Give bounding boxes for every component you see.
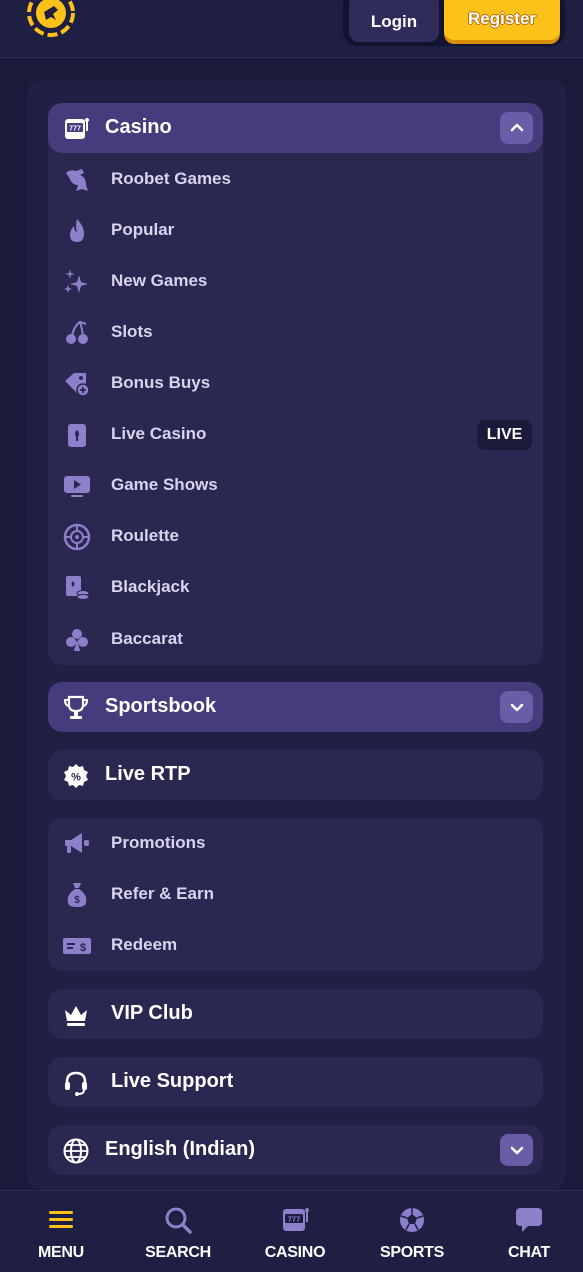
sportsbook-title: Sportsbook: [105, 695, 217, 717]
nav-label: SPORTS: [380, 1244, 444, 1261]
nav-label: MENU: [38, 1244, 84, 1261]
login-button[interactable]: Login: [349, 0, 439, 42]
menu-item-roobet-games[interactable]: Roobet Games: [48, 154, 543, 205]
soccer-ball-icon: [397, 1205, 427, 1235]
roobet-logo[interactable]: [24, 0, 78, 40]
svg-text:$: $: [80, 942, 86, 954]
menu-item-blackjack[interactable]: Blackjack: [48, 562, 543, 613]
menu-item-label: Blackjack: [111, 577, 190, 596]
vip-club-title: VIP Club: [111, 1002, 193, 1024]
slot-machine-icon: 777: [62, 115, 90, 143]
headset-icon: [62, 1069, 90, 1097]
nav-sports[interactable]: SPORTS: [362, 1191, 462, 1272]
bottom-nav: MENU SEARCH 777 CASINO SPORTS CHAT: [0, 1190, 583, 1272]
chat-bubble-icon: [514, 1205, 544, 1235]
menu-item-label: Live Casino: [111, 424, 207, 443]
menu-item-live-casino[interactable]: Live Casino: [48, 409, 543, 460]
menu-item-label: Baccarat: [111, 629, 183, 648]
menu-page: Login Register 777 Casino Roobet Games P…: [0, 0, 583, 1272]
flame-icon: [62, 216, 92, 246]
menu-item-promotions[interactable]: Promotions: [48, 818, 543, 869]
sportsbook-header[interactable]: Sportsbook: [48, 682, 543, 732]
slot-machine-icon: 777: [280, 1205, 310, 1235]
nav-label: SEARCH: [145, 1244, 211, 1261]
menu-item-label: Refer & Earn: [111, 884, 214, 903]
menu-item-bonus-buys[interactable]: Bonus Buys: [48, 358, 543, 409]
cherries-icon: [62, 318, 92, 348]
menu-item-refer-earn[interactable]: $ Refer & Earn: [48, 869, 543, 920]
top-bar: Login Register: [0, 0, 583, 58]
nav-label: CASINO: [264, 1244, 326, 1261]
menu-item-game-shows[interactable]: Game Shows: [48, 460, 543, 511]
menu-item-label: Promotions: [111, 833, 206, 852]
kangaroo-icon: [62, 165, 92, 195]
roulette-icon: [62, 522, 92, 552]
menu-item-roulette[interactable]: Roulette: [48, 511, 543, 562]
menu-item-slots[interactable]: Slots: [48, 307, 543, 358]
nav-casino[interactable]: 777 CASINO: [245, 1191, 345, 1272]
menu-item-label: Game Shows: [111, 475, 218, 494]
globe-icon: [62, 1137, 90, 1165]
menu-item-label: Slots: [111, 322, 153, 341]
menu-item-popular[interactable]: Popular: [48, 205, 543, 256]
menu-item-label: Roulette: [111, 526, 179, 545]
menu-item-redeem[interactable]: $ Redeem: [48, 920, 543, 971]
svg-text:%: %: [71, 772, 81, 784]
live-badge: LIVE: [477, 420, 532, 450]
nav-label: CHAT: [507, 1244, 551, 1261]
trophy-icon: [62, 694, 90, 722]
money-bag-icon: $: [62, 880, 92, 910]
menu-item-label: Bonus Buys: [111, 373, 211, 392]
nav-chat[interactable]: CHAT: [479, 1191, 579, 1272]
svg-text:777: 777: [69, 126, 81, 133]
tag-plus-icon: [62, 369, 92, 399]
chevron-up-icon[interactable]: [500, 112, 533, 144]
club-icon: [62, 625, 92, 655]
chevron-down-icon[interactable]: [500, 1134, 533, 1166]
casino-header[interactable]: 777 Casino: [48, 103, 543, 153]
register-button[interactable]: Register: [444, 0, 560, 40]
voucher-icon: $: [62, 931, 92, 961]
live-support-link[interactable]: Live Support: [48, 1057, 543, 1107]
live-rtp-link[interactable]: % Live RTP: [48, 750, 543, 800]
crown-icon: [62, 1001, 90, 1029]
hamburger-icon: [46, 1205, 76, 1235]
casino-title: Casino: [105, 116, 172, 138]
card-icon: [62, 420, 92, 450]
live-support-title: Live Support: [111, 1070, 234, 1092]
chevron-down-icon[interactable]: [500, 691, 533, 723]
menu-item-label: Roobet Games: [111, 169, 231, 188]
megaphone-icon: [62, 829, 92, 859]
card-chips-icon: [62, 573, 92, 603]
svg-text:777: 777: [288, 1215, 301, 1224]
svg-text:$: $: [74, 895, 80, 906]
language-title: English (Indian): [105, 1138, 255, 1160]
menu-item-new-games[interactable]: New Games: [48, 256, 543, 307]
nav-search[interactable]: SEARCH: [128, 1191, 228, 1272]
menu-item-label: Popular: [111, 220, 175, 239]
language-selector[interactable]: English (Indian): [48, 1125, 543, 1175]
menu-item-baccarat[interactable]: Baccarat: [48, 614, 543, 665]
vip-club-link[interactable]: VIP Club: [48, 989, 543, 1039]
menu-item-label: Redeem: [111, 935, 178, 954]
sparkle-icon: [62, 267, 92, 297]
percent-badge-icon: %: [62, 762, 90, 790]
live-rtp-title: Live RTP: [105, 763, 191, 785]
menu-item-label: New Games: [111, 271, 208, 290]
search-icon: [163, 1205, 193, 1235]
nav-menu[interactable]: MENU: [11, 1191, 111, 1272]
tv-icon: [62, 471, 92, 501]
